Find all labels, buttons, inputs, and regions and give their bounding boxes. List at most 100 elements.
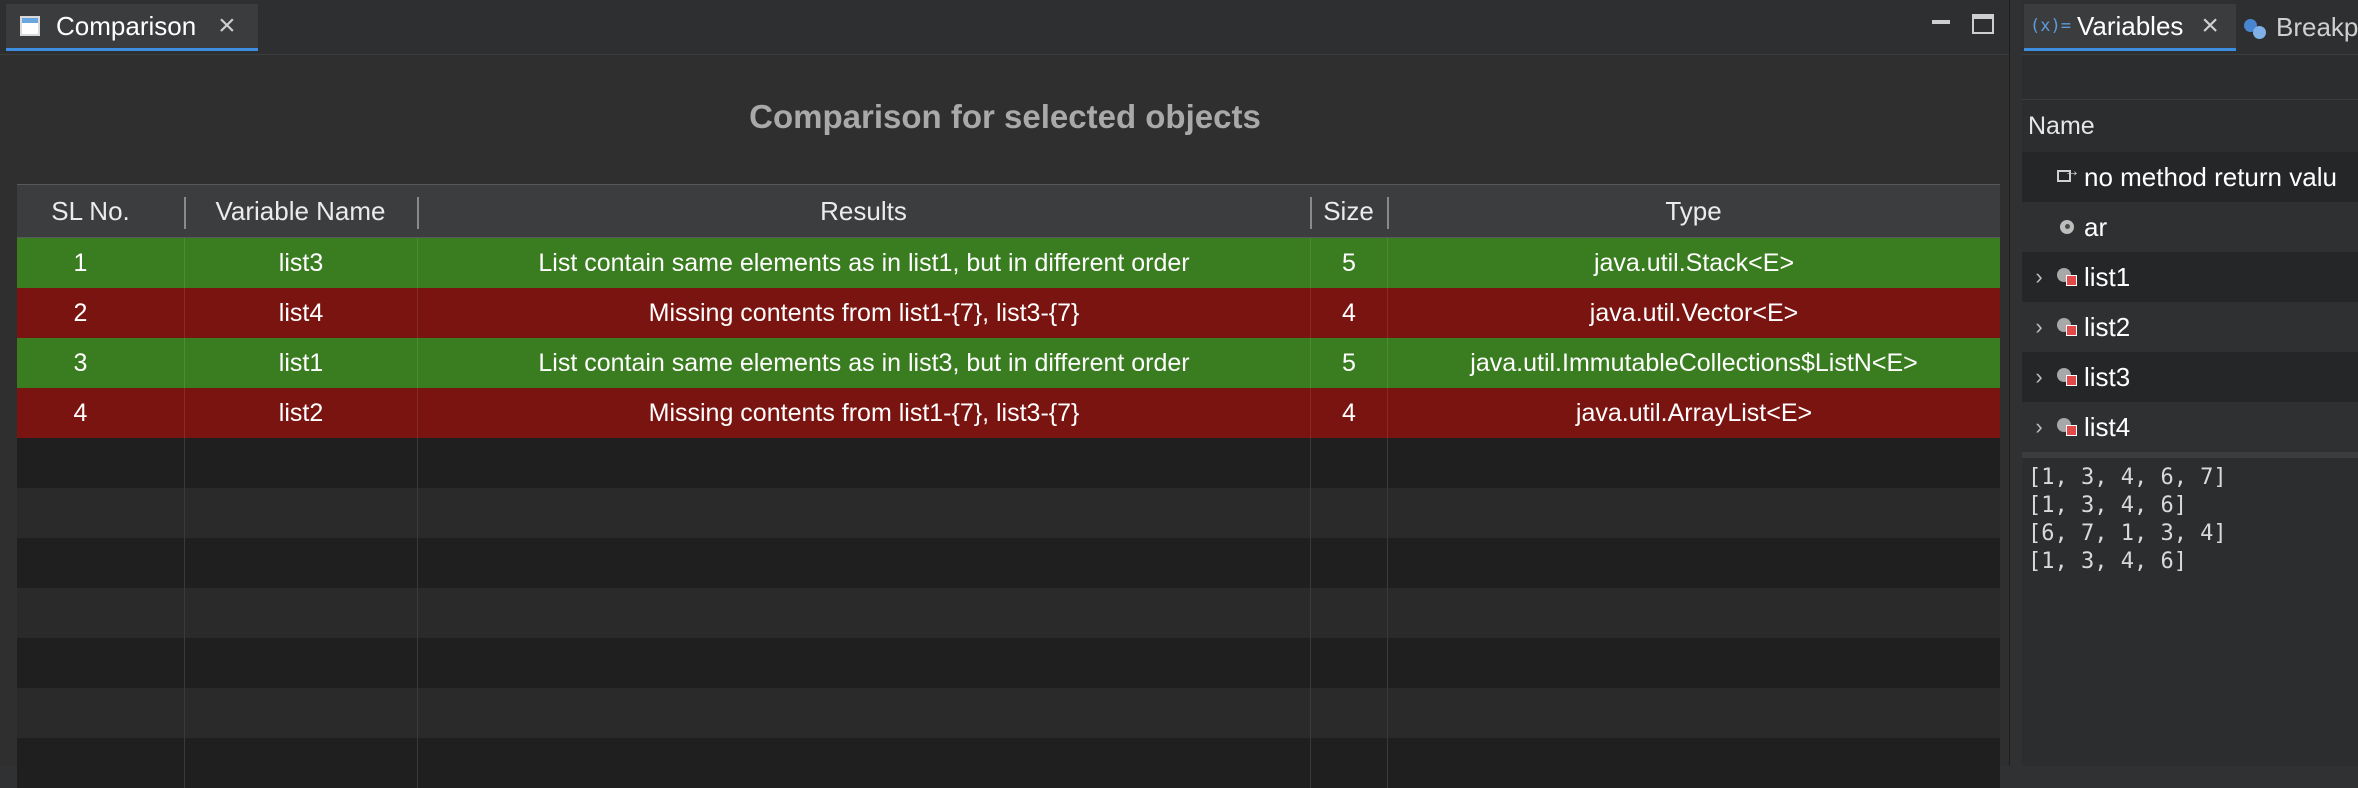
variable-item-no-method-return-valu[interactable]: no method return valu [2022,152,2358,202]
return-value-icon [2056,163,2080,188]
table-body: 1 list3 List contain same elements as in l… [17,238,2000,788]
empty-table-row [17,688,2000,738]
chevron-right-icon[interactable]: › [2022,364,2056,390]
cell-variable-name: list2 [184,388,417,438]
chevron-right-icon[interactable]: › [2022,314,2056,340]
tab-breakpoints-label: Breakp [2276,12,2358,42]
chevron-right-icon[interactable]: › [2022,264,2056,290]
cell-type: java.util.ArrayList<E> [1387,388,2000,438]
empty-cell [1387,438,2000,488]
variables-view: (x)= Variables × Breakp Name no method r… [2022,0,2358,766]
detail-pane[interactable]: [1, 3, 4, 6, 7] [1, 3, 4, 6] [6, 7, 1, 3… [2022,452,2358,766]
variables-tabbar: (x)= Variables × Breakp [2022,0,2358,55]
breakpoints-icon [2244,17,2268,39]
detail-line: [1, 3, 4, 6] [2028,549,2187,574]
column-header-type[interactable]: Type [1387,185,2000,237]
empty-cell [1387,638,2000,688]
variables-toolbar [2022,55,2358,100]
empty-cell [17,688,184,738]
variable-label: list2 [2084,311,2131,342]
object-field-icon [2056,366,2078,388]
variable-label: list3 [2084,361,2131,392]
detail-line: [1, 3, 4, 6, 7] [2028,465,2227,490]
empty-table-row [17,738,2000,788]
empty-cell [417,488,1310,538]
chevron-right-icon[interactable]: › [2022,414,2056,440]
cell-variable-name: list1 [184,338,417,388]
variable-item-ar[interactable]: ar [2022,202,2358,252]
variable-label: ar [2084,211,2108,242]
maximize-icon[interactable] [1972,14,1994,34]
comparison-table: SL No. Variable Name Results Size Type 1… [17,184,2000,788]
window-icon [20,16,40,36]
empty-cell [184,688,417,738]
empty-cell [184,538,417,588]
variable-label: list1 [2084,261,2131,292]
empty-cell [184,438,417,488]
cell-result: Missing contents from list1-{7}, list3-{… [417,288,1310,338]
table-row[interactable]: 1 list3 List contain same elements as in l… [17,238,2000,288]
column-header-name[interactable]: Name [2022,100,2358,152]
object-field-icon [2056,416,2078,438]
empty-cell [184,738,417,788]
local-variable-icon [2056,216,2078,238]
column-header-size[interactable]: Size [1310,185,1387,237]
empty-cell [417,738,1310,788]
empty-cell [184,588,417,638]
empty-cell [417,438,1310,488]
detail-line: [6, 7, 1, 3, 4] [2028,521,2227,546]
empty-table-row [17,588,2000,638]
column-header-variable-name[interactable]: Variable Name [184,185,417,237]
empty-cell [1310,488,1387,538]
empty-cell [1387,588,2000,638]
empty-table-row [17,538,2000,588]
empty-cell [417,588,1310,638]
cell-result: Missing contents from list1-{7}, list3-{… [417,388,1310,438]
tab-comparison[interactable]: Comparison × [6,4,258,51]
variable-item-list3[interactable]: › list3 [2022,352,2358,402]
column-header-sl-no[interactable]: SL No. [17,185,184,237]
object-field-icon [2056,266,2078,288]
tab-variables-label: Variables [2076,10,2184,41]
tab-variables[interactable]: (x)= Variables × [2024,4,2236,51]
comparison-tabbar: Comparison × [0,0,2009,55]
empty-cell [17,738,184,788]
comparison-view: Comparison × Comparison for selected obj… [0,0,2010,788]
cell-type: java.util.Vector<E> [1387,288,2000,338]
cell-size: 5 [1310,238,1387,288]
empty-cell [17,488,184,538]
empty-cell [184,638,417,688]
empty-cell [417,538,1310,588]
cell-variable-name: list4 [184,288,417,338]
cell-size: 4 [1310,388,1387,438]
tab-breakpoints[interactable]: Breakp [2244,4,2358,51]
empty-cell [417,688,1310,738]
table-row[interactable]: 4 list2 Missing contents from list1-{7}, l… [17,388,2000,438]
close-icon[interactable]: × [218,11,236,41]
variable-item-list2[interactable]: › list2 [2022,302,2358,352]
cell-result: List contain same elements as in list1, … [417,238,1310,288]
close-icon[interactable]: × [2201,11,2219,41]
empty-cell [17,438,184,488]
cell-type: java.util.Stack<E> [1387,238,2000,288]
empty-cell [17,588,184,638]
variable-item-list4[interactable]: › list4 [2022,402,2358,452]
empty-cell [1387,488,2000,538]
cell-size: 5 [1310,338,1387,388]
empty-cell [1310,438,1387,488]
variables-icon: (x)= [2030,16,2071,36]
empty-cell [1387,688,2000,738]
minimize-icon[interactable] [1930,14,1952,34]
table-row[interactable]: 2 list4 Missing contents from list1-{7}, l… [17,288,2000,338]
table-row[interactable]: 3 list1 List contain same elements as in l… [17,338,2000,388]
variable-label: no method return valu [2084,161,2337,192]
empty-cell [1310,588,1387,638]
detail-line: [1, 3, 4, 6] [2028,493,2187,518]
variable-item-list1[interactable]: › list1 [2022,252,2358,302]
cell-sl-no: 2 [73,298,88,327]
column-header-results[interactable]: Results [417,185,1310,237]
cell-variable-name: list3 [184,238,417,288]
empty-cell [184,488,417,538]
cell-sl-no: 3 [73,348,88,377]
cell-type: java.util.ImmutableCollections$ListN<E> [1387,338,2000,388]
